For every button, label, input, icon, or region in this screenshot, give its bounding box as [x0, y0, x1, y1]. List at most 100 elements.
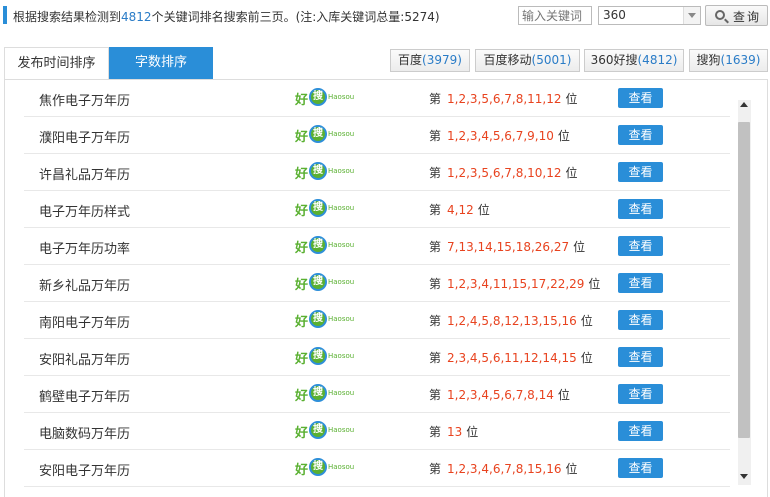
logo-sub-text: Haosou	[328, 352, 355, 360]
view-button[interactable]: 查看	[618, 310, 663, 330]
table-row: 焦作电子万年历 好 搜 Haosou 第 1,2,3,5,6,7,8,11,12 位…	[24, 80, 730, 117]
table-row: 安阳礼品万年历 好 搜 Haosou 第 2,3,4,5,6,11,12,14,1…	[24, 339, 730, 376]
scroll-up-arrow-icon[interactable]	[740, 102, 748, 107]
rank-values: 1,2,3,4,5,6,7,9,10	[447, 129, 554, 143]
view-button[interactable]: 查看	[618, 199, 663, 219]
rank-prefix: 第	[429, 388, 442, 402]
scroll-down-arrow-icon[interactable]	[740, 474, 748, 479]
keyword-text: 焦作电子万年历	[39, 94, 131, 109]
rank-positions: 第 1,2,3,4,11,15,17,22,29 位	[429, 275, 600, 292]
engine-count: (3979)	[422, 53, 462, 67]
haosou-logo-icon: 好 搜 Haosou	[295, 383, 355, 405]
rank-positions: 第 1,2,4,5,8,12,13,15,16 位	[429, 312, 593, 329]
logo-sub-text: Haosou	[328, 241, 355, 249]
engine-button-baidu-mobile[interactable]: 百度移动(5001)	[475, 49, 580, 72]
keyword-text: 许昌礼品万年历	[39, 168, 131, 183]
view-button[interactable]: 查看	[618, 384, 663, 404]
table-row: 南阳电子万年历 好 搜 Haosou 第 1,2,4,5,8,12,13,15,1…	[24, 302, 730, 339]
keyword-text: 电脑数码万年历	[39, 427, 131, 442]
table-row: 电脑数码万年历 好 搜 Haosou 第 13 位 查看	[24, 413, 730, 450]
rank-prefix: 第	[429, 351, 442, 365]
rank-positions: 第 2,3,4,5,6,11,12,14,15 位	[429, 349, 593, 366]
rank-positions: 第 13 位	[429, 423, 478, 440]
rank-values: 13	[447, 425, 463, 439]
logo-hao-text: 好	[295, 352, 309, 367]
view-button[interactable]: 查看	[618, 421, 663, 441]
logo-sou-text: 搜	[309, 88, 327, 106]
tab-sort-by-time[interactable]: 发布时间排序	[4, 47, 109, 80]
logo-sub-text: Haosou	[328, 463, 355, 471]
rank-values: 1,2,3,4,6,7,8,15,16	[447, 462, 562, 476]
engine-button-sogou[interactable]: 搜狗(1639)	[689, 49, 768, 72]
logo-hao-text: 好	[295, 241, 309, 256]
logo-hao-text: 好	[295, 204, 309, 219]
engine-button-360[interactable]: 360好搜(4812)	[584, 49, 684, 72]
view-button[interactable]: 查看	[618, 125, 663, 145]
engine-select[interactable]: 360	[598, 6, 701, 25]
table-row: 电子万年历样式 好 搜 Haosou 第 4,12 位 查看	[24, 191, 730, 228]
logo-sou-text: 搜	[309, 162, 327, 180]
rank-suffix: 位	[588, 277, 601, 291]
rank-positions: 第 1,2,3,4,6,7,8,15,16 位	[429, 460, 578, 477]
keyword-text: 南阳电子万年历	[39, 316, 131, 331]
rank-prefix: 第	[429, 314, 442, 328]
engine-count: (5001)	[531, 53, 572, 67]
keyword-list-panel: 焦作电子万年历 好 搜 Haosou 第 1,2,3,5,6,7,8,11,12 位…	[4, 80, 768, 497]
view-button[interactable]: 查看	[618, 236, 663, 256]
rank-values: 7,13,14,15,18,26,27	[447, 240, 570, 254]
chevron-down-icon[interactable]	[683, 7, 700, 24]
rank-positions: 第 4,12 位	[429, 201, 490, 218]
rank-suffix: 位	[565, 92, 578, 106]
haosou-logo-icon: 好 搜 Haosou	[295, 198, 355, 220]
logo-sub-text: Haosou	[328, 204, 355, 212]
rank-prefix: 第	[429, 240, 442, 254]
summary-count: 4812	[121, 10, 152, 24]
summary-accent-bar	[3, 6, 7, 24]
rank-positions: 第 1,2,3,4,5,6,7,8,14 位	[429, 386, 570, 403]
rank-suffix: 位	[580, 314, 593, 328]
haosou-logo-icon: 好 搜 Haosou	[295, 346, 355, 368]
logo-sou-text: 搜	[309, 199, 327, 217]
query-button[interactable]: 查询	[705, 5, 768, 26]
table-row: 许昌礼品万年历 好 搜 Haosou 第 1,2,3,5,6,7,8,10,12 位…	[24, 154, 730, 191]
keyword-input[interactable]	[518, 6, 592, 25]
tab-sort-by-length[interactable]: 字数排序	[109, 47, 213, 80]
engine-name: 百度	[398, 53, 423, 67]
keyword-text: 电子万年历功率	[39, 242, 131, 257]
rank-prefix: 第	[429, 277, 442, 291]
logo-hao-text: 好	[295, 426, 309, 441]
rank-prefix: 第	[429, 92, 442, 106]
view-button[interactable]: 查看	[618, 347, 663, 367]
keyword-text: 安阳礼品万年历	[39, 353, 131, 368]
table-row: 新乡礼品万年历 好 搜 Haosou 第 1,2,3,4,11,15,17,22,…	[24, 265, 730, 302]
haosou-logo-icon: 好 搜 Haosou	[295, 235, 355, 257]
engine-button-baidu[interactable]: 百度(3979)	[390, 49, 470, 72]
logo-sub-text: Haosou	[328, 426, 355, 434]
rank-suffix: 位	[466, 425, 479, 439]
view-button[interactable]: 查看	[618, 458, 663, 478]
view-button[interactable]: 查看	[618, 88, 663, 108]
engine-name: 搜狗	[696, 53, 721, 67]
rank-suffix: 位	[557, 388, 570, 402]
keyword-text: 新乡礼品万年历	[39, 279, 131, 294]
view-button[interactable]: 查看	[618, 273, 663, 293]
engine-select-value: 360	[603, 8, 626, 22]
query-button-label: 查询	[733, 10, 762, 24]
rank-prefix: 第	[429, 129, 442, 143]
rank-values: 2,3,4,5,6,11,12,14,15	[447, 351, 577, 365]
rank-prefix: 第	[429, 203, 442, 217]
rank-suffix: 位	[580, 351, 593, 365]
logo-hao-text: 好	[295, 278, 309, 293]
logo-sou-text: 搜	[309, 273, 327, 291]
haosou-logo-icon: 好 搜 Haosou	[295, 457, 355, 479]
logo-sou-text: 搜	[309, 236, 327, 254]
view-button[interactable]: 查看	[618, 162, 663, 182]
scrollbar-thumb[interactable]	[738, 122, 750, 438]
engine-name: 360好搜	[590, 53, 638, 67]
summary-bar: 根据搜索结果检测到4812个关键词排名搜索前三页。(注:入库关键词总量:5274…	[0, 0, 770, 32]
logo-hao-text: 好	[295, 167, 309, 182]
rank-prefix: 第	[429, 425, 442, 439]
rank-positions: 第 7,13,14,15,18,26,27 位	[429, 238, 585, 255]
engine-count: (4812)	[637, 53, 678, 67]
logo-sou-text: 搜	[309, 347, 327, 365]
